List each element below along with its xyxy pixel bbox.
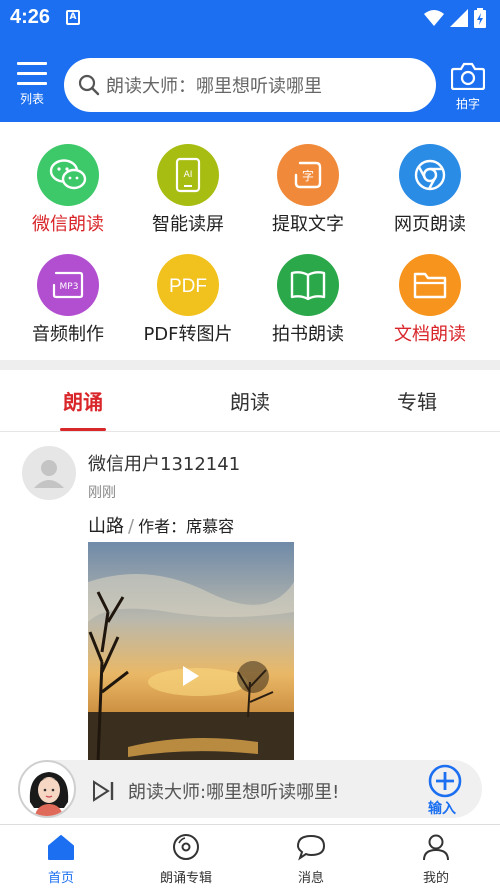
search-bar[interactable]: 朗读大师：哪里想听读哪里 bbox=[64, 58, 436, 112]
feature-label: 拍书朗读 bbox=[272, 324, 344, 345]
extract-text-icon: 字 bbox=[277, 144, 339, 206]
hamburger-icon bbox=[17, 62, 47, 85]
mp3-icon-text: MP3 bbox=[60, 282, 79, 292]
message-icon bbox=[296, 834, 326, 861]
ai-screen-icon: AI bbox=[157, 144, 219, 206]
search-placeholder: 朗读大师：哪里想听读哪里 bbox=[106, 76, 322, 97]
feature-web-read[interactable]: 网页朗读 bbox=[370, 132, 490, 240]
add-input-label[interactable]: 输入 bbox=[428, 798, 456, 818]
search-icon bbox=[78, 74, 100, 96]
camera-label: 拍字 bbox=[455, 97, 480, 111]
active-tab-indicator bbox=[60, 428, 106, 431]
default-avatar-icon bbox=[34, 460, 64, 488]
feature-label: 网页朗读 bbox=[394, 214, 466, 235]
nav-label: 朗诵专辑 bbox=[159, 871, 212, 886]
wechat-icon bbox=[37, 144, 99, 206]
feature-label: 微信朗读 bbox=[32, 214, 104, 235]
browser-icon bbox=[399, 144, 461, 206]
feature-audio-make[interactable]: MP3 音频制作 bbox=[8, 242, 128, 350]
post-title: 山路 bbox=[88, 516, 124, 537]
title-separator: / bbox=[128, 516, 135, 537]
menu-button[interactable]: 列表 bbox=[14, 62, 50, 112]
nav-recitation-album[interactable]: 朗诵专辑 bbox=[141, 833, 231, 886]
author-prefix: 作者： bbox=[138, 517, 187, 536]
feature-photo-book-read[interactable]: 拍书朗读 bbox=[248, 242, 368, 350]
folder-icon bbox=[399, 254, 461, 316]
menu-label: 列表 bbox=[19, 92, 44, 106]
app-header: 4:26 A 列表 朗读大师：哪里想听读哪里 拍字 bbox=[0, 0, 500, 122]
feature-label: 音频制作 bbox=[32, 324, 104, 345]
post-cover-image[interactable] bbox=[88, 542, 294, 762]
feature-wechat-read[interactable]: 微信朗读 bbox=[8, 132, 128, 240]
feature-smart-screen-read[interactable]: AI 智能读屏 bbox=[128, 132, 248, 240]
pdf-icon-text: PDF bbox=[169, 276, 207, 297]
nav-label: 我的 bbox=[422, 871, 449, 886]
camera-button[interactable]: 拍字 bbox=[448, 62, 488, 112]
tab-album[interactable]: 专辑 bbox=[367, 386, 467, 415]
play-next-icon[interactable] bbox=[92, 780, 116, 802]
book-icon bbox=[277, 254, 339, 316]
zi-icon-text: 字 bbox=[302, 168, 314, 183]
feature-label: 提取文字 bbox=[272, 214, 344, 235]
nav-label: 首页 bbox=[47, 871, 74, 886]
pdf-icon: PDF bbox=[157, 254, 219, 316]
bottom-navigation: 首页 朗诵专辑 消息 我的 bbox=[0, 824, 500, 888]
notification-a-icon: A bbox=[66, 10, 80, 25]
feature-label: 智能读屏 bbox=[152, 214, 224, 235]
status-bar: 4:26 A bbox=[0, 0, 500, 36]
nav-home[interactable]: 首页 bbox=[16, 833, 106, 886]
tab-reading[interactable]: 朗读 bbox=[200, 386, 300, 415]
home-icon bbox=[48, 835, 74, 860]
battery-icon bbox=[474, 8, 486, 28]
status-time: 4:26 bbox=[10, 6, 51, 28]
wifi-icon bbox=[424, 10, 444, 26]
nav-label: 消息 bbox=[297, 871, 324, 886]
ai-icon-text: AI bbox=[184, 170, 193, 180]
status-icons bbox=[424, 8, 486, 28]
camera-icon bbox=[450, 62, 486, 91]
post-username[interactable]: 微信用户1312141 bbox=[88, 450, 240, 476]
mp3-icon: MP3 bbox=[37, 254, 99, 316]
feature-extract-text[interactable]: 字 提取文字 bbox=[248, 132, 368, 240]
feature-label: PDF转图片 bbox=[143, 324, 233, 345]
play-icon[interactable] bbox=[178, 664, 202, 688]
profile-icon bbox=[423, 834, 449, 861]
nav-profile[interactable]: 我的 bbox=[391, 833, 481, 886]
post-timestamp: 刚刚 bbox=[88, 485, 116, 501]
player-text: 朗读大师:哪里想听读哪里! bbox=[128, 782, 340, 803]
post-author: 席慕容 bbox=[186, 517, 235, 536]
feature-document-read[interactable]: 文档朗读 bbox=[370, 242, 490, 350]
feature-grid: 微信朗读 AI 智能读屏 字 提取文字 网页朗读 MP3 音频制作 PDF PD… bbox=[0, 132, 500, 354]
nav-messages[interactable]: 消息 bbox=[266, 833, 356, 886]
disc-icon bbox=[173, 834, 199, 860]
signal-icon bbox=[450, 9, 468, 27]
post-title-line[interactable]: 山路 / 作者：席慕容 bbox=[88, 512, 234, 538]
feature-pdf-to-image[interactable]: PDF PDF转图片 bbox=[128, 242, 248, 350]
feature-label: 文档朗读 bbox=[394, 324, 466, 345]
user-avatar[interactable] bbox=[22, 446, 76, 500]
player-avatar[interactable] bbox=[18, 760, 76, 818]
section-divider bbox=[0, 360, 500, 370]
content-tabs: 朗诵 朗读 专辑 bbox=[0, 370, 500, 432]
tab-recitation[interactable]: 朗诵 bbox=[33, 386, 133, 415]
add-input-icon[interactable] bbox=[428, 764, 462, 798]
